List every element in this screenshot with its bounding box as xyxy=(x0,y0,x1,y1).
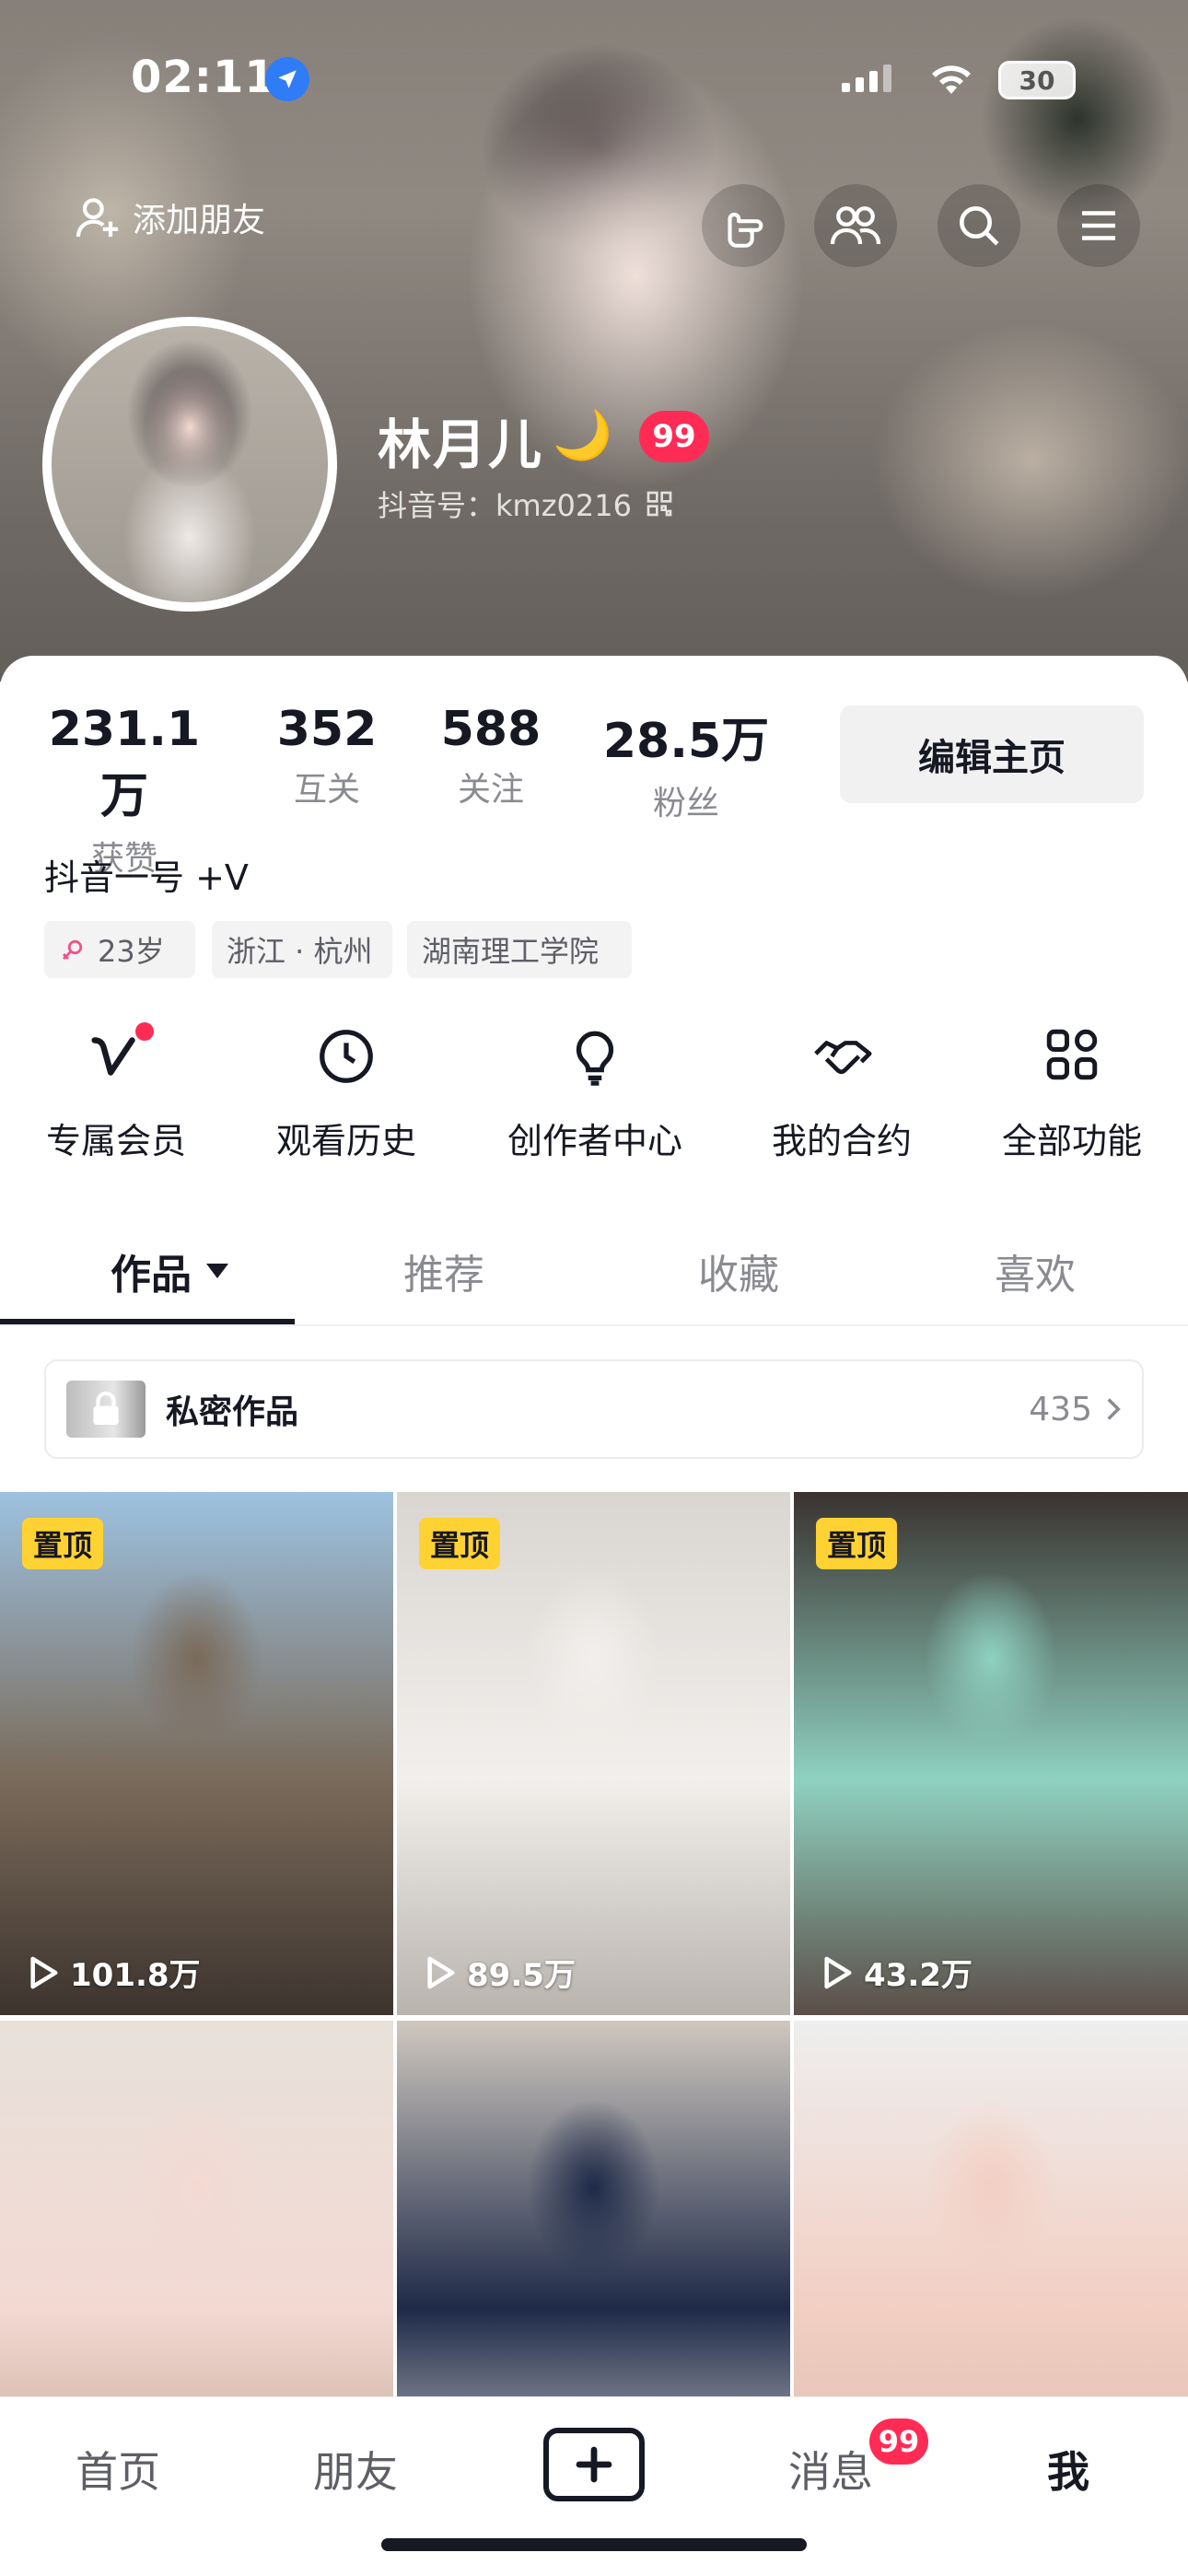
play-icon xyxy=(427,1956,455,1988)
friends-icon xyxy=(830,206,881,245)
tag-location: 浙江 · 杭州 xyxy=(212,921,392,978)
tab-divider xyxy=(0,1324,1188,1326)
search-icon xyxy=(960,206,999,246)
nav-home[interactable]: 首页 xyxy=(26,2439,210,2500)
female-icon xyxy=(63,939,83,960)
nav-me[interactable]: 我 xyxy=(976,2439,1160,2500)
func-creator-center-label: 创作者中心 xyxy=(507,1121,682,1161)
tab-works[interactable]: 作品 xyxy=(83,1241,258,1300)
stat-followers-value: 28.5万 xyxy=(602,714,770,769)
func-history[interactable]: 观看历史 xyxy=(245,1024,448,1163)
play-count-text: 43.2万 xyxy=(864,1957,973,1994)
tab-favorites[interactable]: 收藏 xyxy=(646,1241,831,1300)
stat-following-label: 关注 xyxy=(457,771,524,809)
stat-mutual-label: 互关 xyxy=(293,771,360,809)
handshake-icon xyxy=(814,1041,872,1075)
pinned-badge: 置顶 xyxy=(816,1518,898,1569)
stat-following[interactable]: 588 关注 xyxy=(422,702,560,810)
stat-following-value: 588 xyxy=(440,702,542,757)
private-thumb xyxy=(66,1381,146,1438)
vip-red-dot xyxy=(135,1022,154,1041)
tab-likes-label: 喜欢 xyxy=(995,1252,1076,1299)
caret-down-icon xyxy=(206,1264,228,1278)
play-count: 43.2万 xyxy=(821,1950,973,1995)
stat-followers[interactable]: 28.5万 粉丝 xyxy=(589,702,783,824)
tag-school-text: 湖南理工学院 xyxy=(422,934,600,969)
status-time: 02:11 xyxy=(131,52,276,103)
create-button[interactable] xyxy=(543,2428,645,2501)
plus-icon xyxy=(576,2446,612,2483)
video-tile[interactable]: 置顶 89.5万 xyxy=(397,1492,790,2015)
add-friend-label: 添加朋友 xyxy=(133,202,266,239)
friends-button[interactable] xyxy=(814,184,897,267)
menu-icon xyxy=(1082,211,1115,240)
play-count: 89.5万 xyxy=(425,1950,576,1995)
tab-recommend-label: 推荐 xyxy=(403,1252,484,1299)
tab-recommend[interactable]: 推荐 xyxy=(352,1241,536,1300)
func-contracts[interactable]: 我的合约 xyxy=(740,1024,943,1163)
chevron-right-icon xyxy=(1107,1398,1121,1420)
play-icon xyxy=(824,1956,852,1988)
tag-location-text: 浙江 · 杭州 xyxy=(227,934,373,969)
nickname: 林月儿 xyxy=(378,414,544,476)
func-creator-center[interactable]: 创作者中心 xyxy=(494,1024,696,1163)
douyin-id[interactable]: 抖音号：kmz0216 xyxy=(378,483,674,525)
tab-favorites-label: 收藏 xyxy=(698,1252,779,1299)
tag-age: 23岁 xyxy=(44,921,195,978)
private-works-count-wrap: 435 xyxy=(1029,1391,1122,1428)
func-all-features[interactable]: 全部功能 xyxy=(971,1024,1173,1163)
stat-mutual-value: 352 xyxy=(276,702,378,757)
bio: 抖音一号 +V xyxy=(44,857,249,898)
stat-mutual[interactable]: 352 互关 xyxy=(258,702,396,810)
private-works-count: 435 xyxy=(1029,1390,1092,1428)
home-indicator xyxy=(381,2538,807,2551)
battery-level: 30 xyxy=(1019,64,1055,96)
play-count-text: 101.8万 xyxy=(70,1957,201,1994)
private-works-row[interactable]: 私密作品 435 xyxy=(44,1359,1144,1459)
avatar[interactable] xyxy=(52,326,328,602)
edit-profile-button[interactable]: 编辑主页 xyxy=(840,705,1144,803)
add-friend-button[interactable]: 添加朋友 xyxy=(72,192,265,243)
play-count-text: 89.5万 xyxy=(467,1957,576,1994)
pinned-badge: 置顶 xyxy=(22,1518,104,1569)
grid-icon xyxy=(1046,1029,1098,1080)
stat-likes-value: 231.1万 xyxy=(48,702,201,824)
lock-icon xyxy=(93,1392,119,1425)
pinned-badge: 置顶 xyxy=(419,1518,501,1569)
visitor-button[interactable] xyxy=(702,184,785,267)
level-badge[interactable]: 99 xyxy=(639,411,709,462)
func-all-features-label: 全部功能 xyxy=(1001,1121,1142,1161)
moon-emoji: 🌙 xyxy=(553,408,612,463)
func-vip-label: 专属会员 xyxy=(45,1121,186,1161)
tab-likes[interactable]: 喜欢 xyxy=(943,1241,1127,1300)
qr-code-icon xyxy=(646,491,672,517)
nav-friends[interactable]: 朋友 xyxy=(263,2439,448,2500)
clock-icon xyxy=(320,1030,373,1083)
douyin-id-text: 抖音号：kmz0216 xyxy=(378,488,632,523)
play-count: 101.8万 xyxy=(28,1950,201,1995)
stat-followers-label: 粉丝 xyxy=(652,785,719,822)
func-vip[interactable]: 专属会员 xyxy=(15,1022,217,1163)
func-contracts-label: 我的合约 xyxy=(771,1121,912,1161)
search-button[interactable] xyxy=(938,184,1020,267)
wifi-icon xyxy=(932,65,971,94)
video-tile[interactable]: 置顶 101.8万 xyxy=(0,1492,393,2015)
tag-school: 湖南理工学院 xyxy=(407,921,632,978)
func-history-label: 观看历史 xyxy=(275,1121,416,1161)
play-icon xyxy=(30,1956,58,1988)
tab-works-label: 作品 xyxy=(111,1252,192,1299)
messages-badge: 99 xyxy=(869,2419,928,2465)
lightbulb-icon xyxy=(576,1031,614,1086)
menu-button[interactable] xyxy=(1057,184,1140,267)
battery-indicator: 30 xyxy=(998,61,1076,99)
private-works-label: 私密作品 xyxy=(166,1393,299,1431)
location-arrow-icon xyxy=(265,57,309,101)
video-tile[interactable]: 置顶 43.2万 xyxy=(794,1492,1188,2015)
cellular-signal-icon xyxy=(842,64,891,92)
add-user-icon xyxy=(76,198,119,238)
tag-age-text: 23岁 xyxy=(98,934,165,969)
hand-point-icon xyxy=(728,212,763,248)
